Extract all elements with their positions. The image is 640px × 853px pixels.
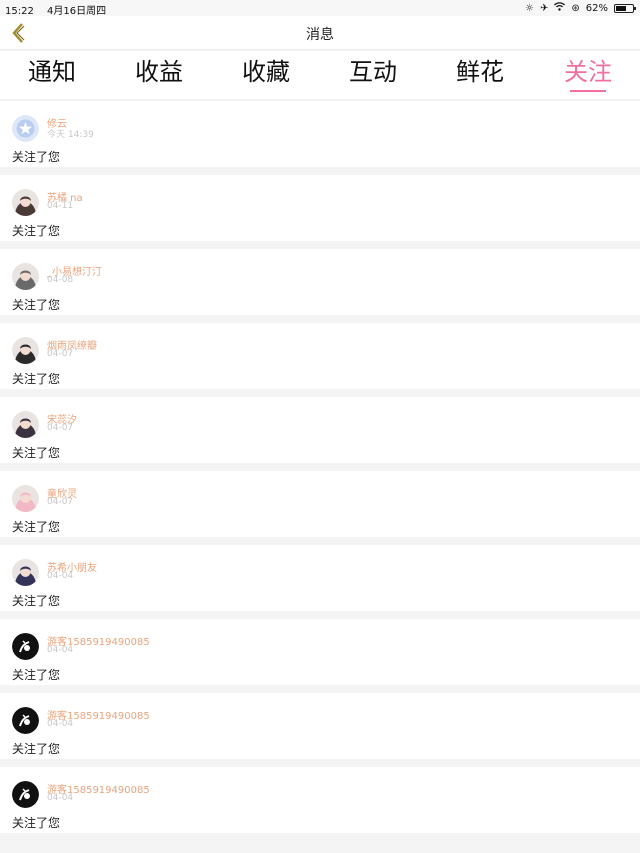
list-item[interactable]: 修云 今天 14:39 关注了您 [0,101,640,167]
nav-bar: 消息 [0,16,640,50]
guest-avatar-icon [12,707,39,734]
timestamp: 今天 14:39 [47,130,94,140]
avatar-image [12,411,39,438]
default-avatar-icon-icon [12,115,39,142]
message-text: 关注了您 [12,150,61,164]
list-item[interactable]: 苏希小朋友 04-04 关注了您 [0,545,640,611]
timestamp: 04-04 [47,719,74,729]
list-item[interactable]: 童欣灵 04-07 关注了您 [0,471,640,537]
message-text: 关注了您 [12,594,61,608]
guest-avatar-icon [12,781,39,808]
status-bar: 15:22 4月16日周四 ☼ ✈ ⊛ 62% [0,0,640,17]
battery-percent: 62% [585,2,608,14]
avatar-image [12,559,39,586]
timestamp: 04-07 [47,423,74,433]
tab-label: 收藏 [242,58,290,86]
avatar-image [12,485,39,512]
timestamp: 04-04 [47,645,74,655]
timestamp: 04-07 [47,349,74,359]
avatar[interactable] [12,485,39,512]
avatar[interactable] [12,633,39,660]
avatar[interactable] [12,707,39,734]
avatar[interactable] [12,189,39,216]
tab-label: 通知 [28,58,76,86]
message-text: 关注了您 [12,816,61,830]
message-text: 关注了您 [12,668,61,682]
avatar-image [12,263,39,290]
list-item[interactable]: 烟雨凤缭瓣 04-07 关注了您 [0,323,640,389]
timestamp: 04-04 [47,793,74,803]
message-text: 关注了您 [12,742,61,756]
tab-notifications[interactable]: 通知 [12,57,92,87]
avatar[interactable] [12,411,39,438]
tab-label: 关注 [564,58,612,86]
list-item[interactable]: 游客1585919490085 04-04 关注了您 [0,693,640,759]
tab-flowers[interactable]: 鲜花 [440,57,520,87]
timestamp: 04-04 [47,571,74,581]
tab-label: 互动 [349,58,397,86]
avatar[interactable] [12,781,39,808]
list-item[interactable]: 苏橘 na 04-11 关注了您 [0,175,640,241]
avatar[interactable] [12,559,39,586]
message-text: 关注了您 [12,298,61,312]
message-text: 关注了您 [12,224,61,238]
active-tab-indicator [570,90,606,92]
avatar[interactable] [12,115,39,142]
guest-avatar-icon [12,633,39,660]
follow-list: 修云 今天 14:39 关注了您 苏橘 na 04-11 关注了您 _小易想汀汀… [0,101,640,841]
timestamp: 04-11 [47,201,74,211]
tab-favorites[interactable]: 收藏 [226,57,306,87]
wifi-icon [554,2,566,14]
message-text: 关注了您 [12,446,61,460]
message-text: 关注了您 [12,372,61,386]
tab-interactions[interactable]: 互动 [333,57,413,87]
message-text: 关注了您 [12,520,61,534]
list-item[interactable]: 宋蕊汐 04-07 关注了您 [0,397,640,463]
avatar-image [12,337,39,364]
timestamp: 04-08 [47,275,74,285]
brightness-icon: ☼ [525,2,534,14]
timestamp: 04-07 [47,497,74,507]
tab-label: 收益 [135,58,183,86]
avatar-image [12,189,39,216]
airplane-icon: ✈ [539,2,549,14]
tab-following[interactable]: 关注 [548,57,628,92]
list-item[interactable]: 游客1585919490085 04-04 关注了您 [0,619,640,685]
list-item[interactable]: _小易想汀汀 04-08 关注了您 [0,249,640,315]
list-item[interactable]: 游客1585919490085 04-04 关注了您 [0,767,640,833]
avatar[interactable] [12,263,39,290]
tab-earnings[interactable]: 收益 [119,57,199,87]
tab-label: 鲜花 [456,58,504,86]
tab-bar: 通知 收益 收藏 互动 鲜花 关注 [0,51,640,99]
orientation-lock-icon: ⊛ [571,2,580,14]
avatar[interactable] [12,337,39,364]
page-title: 消息 [306,27,334,43]
battery-icon [614,3,636,13]
